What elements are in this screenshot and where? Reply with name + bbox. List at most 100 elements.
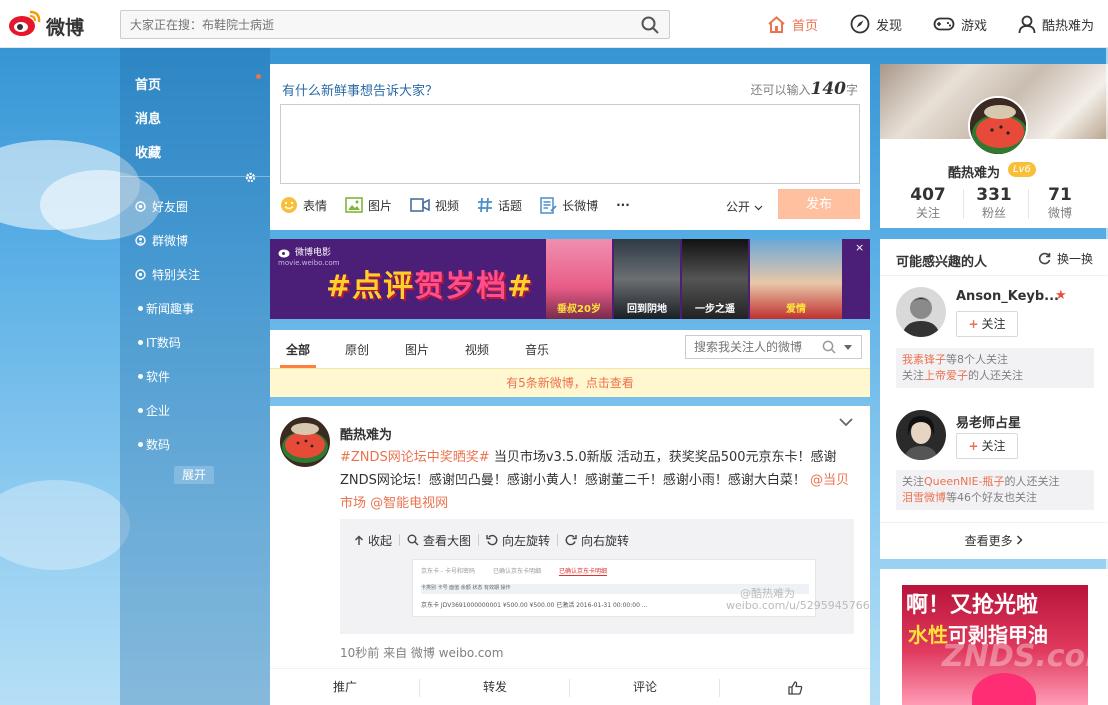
emoji-tool[interactable]: 表情 — [280, 196, 327, 214]
left-nav-home[interactable]: 首页 — [135, 74, 161, 93]
long-post-tool[interactable]: 长微博 — [540, 196, 598, 214]
reason-text: 等46个好友也关注 — [946, 491, 1037, 504]
post-author[interactable]: 酷热难为 — [340, 424, 392, 443]
new-posts-notice[interactable]: 有5条新微博，点击查看 — [270, 368, 870, 397]
feed-search-input[interactable] — [686, 336, 816, 358]
poster-title: 爱情 — [786, 304, 806, 315]
publish-button[interactable]: 发布 — [778, 189, 860, 219]
sidebar-item-group[interactable]: 群微博 — [135, 232, 188, 248]
nav-discover-label: 发现 — [876, 18, 903, 34]
more-tool[interactable]: ··· — [616, 198, 630, 212]
char-count-suffix: 字 — [845, 83, 858, 97]
collapse-button[interactable]: 收起 — [354, 532, 392, 549]
reason-link[interactable]: 上帝爱子 — [924, 369, 968, 382]
movie-poster: 垂叔20岁 — [546, 239, 612, 319]
avatar[interactable] — [968, 96, 1028, 156]
refresh-button[interactable]: 换一换 — [1038, 250, 1093, 267]
reason-link[interactable]: 我素锋子 — [902, 353, 946, 366]
search-icon[interactable] — [641, 16, 659, 34]
left-nav-favorites[interactable]: 收藏 — [135, 142, 161, 161]
chevron-down-icon[interactable] — [838, 416, 854, 428]
post-textarea[interactable] — [280, 104, 860, 184]
dropdown-arrow-icon[interactable] — [844, 345, 852, 350]
avatar[interactable] — [280, 417, 330, 467]
suggested-user-name[interactable]: 易老师占星 — [956, 412, 1021, 431]
tab-original[interactable]: 原创 — [345, 341, 369, 358]
media-tool-label: 收起 — [368, 533, 393, 548]
follow-button[interactable]: + 关注 — [956, 433, 1018, 459]
poster-title: 垂叔20岁 — [557, 304, 601, 315]
image-tool[interactable]: 图片 — [345, 197, 392, 214]
nav-discover[interactable]: 发现 — [850, 13, 902, 35]
visibility-label: 公开 — [726, 200, 751, 214]
promote-button[interactable]: 推广 — [270, 669, 420, 705]
search-input[interactable] — [121, 11, 631, 38]
tab-video[interactable]: 视频 — [465, 341, 489, 358]
left-nav-messages[interactable]: 消息 — [135, 108, 161, 127]
movie-poster: 一步之遥 — [682, 239, 748, 319]
view-more-label: 查看更多 — [964, 534, 1013, 548]
post-timestamp[interactable]: 10秒前 来自 微博 weibo.com — [340, 644, 503, 661]
nav-game[interactable]: 游戏 — [933, 13, 987, 35]
video-tool[interactable]: 视频 — [410, 197, 459, 214]
search-icon[interactable] — [822, 340, 836, 354]
sidebar-item-software[interactable]: 软件 — [135, 368, 170, 384]
suggested-user-name[interactable]: Anson_Keyb... — [956, 289, 1059, 304]
stat-followers[interactable]: 331 粉丝 — [964, 185, 1024, 221]
stat-posts[interactable]: 71 微博 — [1030, 185, 1090, 221]
view-large-button[interactable]: 查看大图 — [407, 532, 471, 549]
rotate-left-button[interactable]: 向左旋转 — [486, 532, 550, 549]
sidebar-item-special[interactable]: 特别关注 — [135, 266, 200, 282]
close-icon[interactable]: × — [855, 242, 866, 253]
weibo-logo[interactable]: 微博 — [8, 8, 108, 40]
media-toolbar: 收起 查看大图 向左旋转 向右旋转 — [354, 532, 629, 548]
movie-banner[interactable]: 微博电影 movie.weibo.com #点评贺岁档# 垂叔20岁 回到阴地 … — [270, 239, 870, 319]
reason-link[interactable]: QueenNIE-瓶子 — [924, 475, 1005, 488]
profile-name[interactable]: 酷热难为 — [948, 162, 1000, 181]
poster-title: 回到阴地 — [627, 304, 667, 315]
sidebar-item-it[interactable]: IT数码 — [135, 334, 181, 350]
visibility-select[interactable]: 公开 — [726, 198, 763, 215]
bullet-dot — [138, 373, 143, 379]
sidebar-item-digital[interactable]: 数码 — [135, 436, 170, 452]
like-button[interactable] — [720, 669, 870, 705]
nav-home[interactable]: 首页 — [767, 13, 818, 35]
tab-images[interactable]: 图片 — [405, 341, 429, 358]
follow-button[interactable]: + 关注 — [956, 311, 1018, 337]
topic-tool[interactable]: 话题 — [477, 197, 522, 214]
gear-icon[interactable] — [244, 171, 257, 184]
star-icon — [135, 268, 146, 280]
person-avatar-icon — [896, 410, 946, 460]
reason-text: 关注 — [902, 475, 924, 488]
tab-music[interactable]: 音乐 — [525, 341, 549, 358]
sidebar-item-enterprise[interactable]: 企业 — [135, 402, 170, 418]
sidebar-item-friends[interactable]: 好友圈 — [135, 198, 188, 214]
tab-all[interactable]: 全部 — [286, 341, 310, 358]
nav-user[interactable]: 酷热难为 — [1018, 13, 1094, 35]
repost-button[interactable]: 转发 — [420, 669, 570, 705]
group-icon — [135, 234, 146, 246]
weibo-logo-icon — [278, 249, 290, 257]
feed-search-box — [685, 335, 862, 359]
view-more-button[interactable]: 查看更多 — [880, 522, 1108, 559]
suggest-divider — [880, 275, 1108, 276]
stat-following[interactable]: 407 关注 — [898, 185, 958, 221]
verified-star-icon: ★ — [1055, 288, 1067, 303]
expand-button[interactable]: 展开 — [174, 466, 214, 484]
avatar[interactable] — [896, 410, 946, 460]
level-badge[interactable]: Lv6 — [1008, 162, 1036, 177]
avatar[interactable] — [896, 287, 946, 337]
bullet-dot — [138, 441, 143, 447]
sidebar-item-label: IT数码 — [146, 335, 181, 350]
plus-icon: + — [968, 439, 979, 453]
reason-text: 的人还关注 — [968, 369, 1023, 382]
comment-button[interactable]: 评论 — [570, 669, 720, 705]
post-topic-link[interactable]: #ZNDS网论坛中奖晒奖# — [340, 450, 490, 465]
rotate-right-button[interactable]: 向右旋转 — [565, 532, 629, 549]
tool-label: 视频 — [435, 198, 460, 213]
reason-link[interactable]: 泪雪微博 — [902, 491, 946, 504]
ad-image[interactable]: 啊！又抢光啦 水性可剥指甲油 ZNDS.com — [902, 585, 1088, 705]
stat-number: 331 — [976, 185, 1012, 205]
sidebar-item-news[interactable]: 新闻趣事 — [135, 300, 194, 316]
mention-link[interactable]: @智能电视网 — [370, 496, 448, 511]
